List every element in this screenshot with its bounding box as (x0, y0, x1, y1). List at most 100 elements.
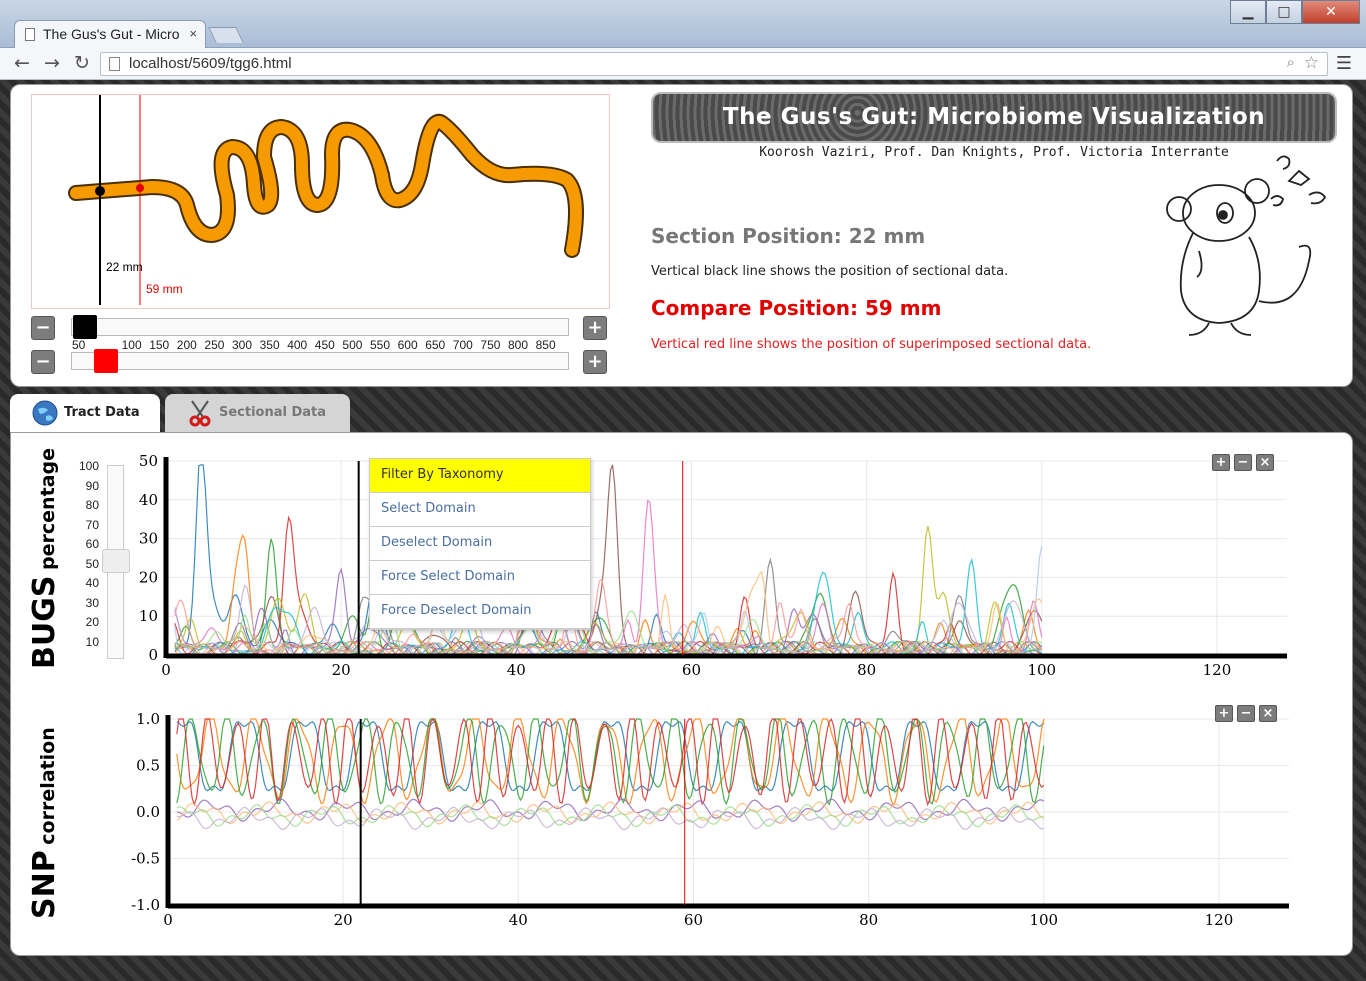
slider-tick-label: 450 (314, 338, 335, 352)
new-tab-button[interactable] (208, 27, 244, 43)
y-tick-label: 50 (139, 453, 158, 470)
tab-tract-data[interactable]: Tract Data (10, 394, 160, 432)
x-tick-label: 0 (163, 911, 173, 929)
section-slider-thumb[interactable] (73, 315, 97, 339)
slider-tick-label: 650 (425, 338, 446, 352)
bugs-axis-label: BUGS percentage (27, 448, 62, 669)
browser-navbar: ← → ↻ localhost/5609/tgg6.html ⌕ ☆ ☰ (0, 48, 1366, 80)
deselect-domain-item[interactable]: Deselect Domain (370, 527, 590, 561)
x-tick-label: 20 (334, 911, 353, 929)
snp-close-button[interactable]: × (1259, 705, 1277, 722)
compare-marker (136, 184, 144, 192)
section-description: Vertical black line shows the position o… (651, 264, 1009, 279)
x-tick-label: 80 (857, 661, 876, 679)
bugs-slider-tick: 50 (85, 556, 99, 571)
y-tick-label: 40 (139, 491, 158, 509)
forward-arrow-icon[interactable]: → (44, 52, 60, 74)
section-marker (95, 186, 105, 196)
browser-tab[interactable]: The Gus's Gut - Micro × (14, 20, 206, 48)
data-series-line (174, 464, 1043, 656)
compare-minus-button[interactable]: − (31, 350, 55, 374)
top-panel: 22 mm 59 mm − + 50 100 150 200 250 300 350 400 4… (10, 84, 1353, 387)
force-deselect-domain-item[interactable]: Force Deselect Domain (370, 595, 590, 629)
bugs-close-button[interactable]: × (1256, 454, 1274, 471)
force-select-domain-item[interactable]: Force Select Domain (370, 561, 590, 595)
slider-tick-label: 700 (452, 338, 473, 352)
x-tick-label: 100 (1027, 661, 1056, 679)
snp-zoom-in-button[interactable]: + (1215, 705, 1233, 722)
slider-tick-label: 800 (508, 338, 529, 352)
tab-tract-data-label: Tract Data (64, 405, 140, 420)
snp-chart-controls: + − × (1215, 705, 1277, 722)
y-tick-label: -0.5 (131, 850, 160, 868)
y-tick-label: 0.5 (136, 757, 160, 775)
slider-tick-label: 250 (204, 338, 225, 352)
bugs-slider-tick: 40 (85, 576, 99, 590)
slider-tick-label: 50 (72, 338, 86, 352)
y-tick-label: 30 (139, 530, 158, 548)
section-minus-button[interactable]: − (31, 316, 55, 340)
slider-tick-label: 400 (287, 338, 308, 352)
snp-zoom-out-button[interactable]: − (1237, 705, 1255, 722)
bugs-zoom-out-button[interactable]: − (1234, 454, 1252, 471)
globe-icon (32, 400, 58, 426)
window-close-button[interactable]: ✕ (1302, 0, 1360, 24)
scissors-icon (189, 400, 211, 427)
section-slider[interactable] (71, 315, 569, 339)
section-label: 22 mm (106, 260, 143, 274)
select-domain-item[interactable]: Select Domain (370, 493, 590, 527)
bugs-label-main: BUGS (27, 575, 62, 669)
bugs-slider-tick: 80 (85, 498, 99, 512)
x-tick-label: 40 (509, 911, 528, 929)
zoom-icon[interactable]: ⌕ (1287, 54, 1295, 71)
data-series-line (176, 718, 1045, 806)
filter-menu: Filter By Taxonomy Select Domain Deselec… (369, 458, 591, 630)
x-tick-label: 40 (507, 661, 526, 679)
y-tick-label: -1.0 (131, 896, 160, 914)
tab-sectional-data[interactable]: Sectional Data (165, 394, 350, 432)
reload-icon[interactable]: ↻ (74, 52, 90, 74)
menu-icon[interactable]: ☰ (1336, 53, 1352, 74)
compare-label: 59 mm (146, 282, 183, 296)
bugs-chart-controls: + − × (1212, 454, 1274, 471)
y-tick-label: 0 (148, 646, 158, 664)
filter-by-taxonomy-item[interactable]: Filter By Taxonomy (370, 459, 590, 493)
minimize-button[interactable]: ▁ (1230, 0, 1266, 24)
data-series-line (174, 557, 1042, 656)
bugs-zoom-in-button[interactable]: + (1212, 454, 1230, 471)
slider-tick-label: 750 (480, 338, 501, 352)
back-arrow-icon[interactable]: ← (14, 52, 30, 74)
app-title: The Gus's Gut: Microbiome Visualization (651, 92, 1337, 143)
x-tick-label: 80 (859, 911, 878, 929)
snp-chart[interactable]: 0 20 40 60 80 100 120 -1.0 -0.5 0.0 0.5 1.0 (121, 705, 1293, 935)
y-tick-label: 0.0 (136, 803, 160, 821)
bugs-slider-ticks: 100 90 80 70 60 50 40 30 20 10 (69, 459, 99, 654)
compare-plus-button[interactable]: + (583, 350, 607, 374)
y-tick-label: 10 (139, 607, 158, 625)
data-series-line (174, 533, 1043, 656)
bookmark-star-icon[interactable]: ☆ (1304, 53, 1319, 73)
x-tick-label: 20 (332, 661, 351, 679)
browser-titlebar: The Gus's Gut - Micro × ▁ □ ✕ (0, 0, 1366, 48)
section-plus-button[interactable]: + (583, 316, 607, 340)
slider-tick-label: 600 (397, 338, 418, 352)
compare-slider-thumb[interactable] (94, 349, 118, 373)
tract-diagram: 22 mm 59 mm (68, 95, 584, 305)
bugs-slider-tick: 20 (85, 615, 99, 629)
x-tick-label: 120 (1203, 661, 1232, 679)
bugs-slider-tick: 90 (85, 478, 99, 493)
slider-tick-label: 850 (535, 338, 556, 352)
tab-close-icon[interactable]: × (189, 26, 197, 41)
slider-tick-label: 500 (342, 338, 363, 352)
bugs-slider-tick: 30 (85, 595, 99, 610)
maximize-button[interactable]: □ (1266, 0, 1302, 24)
tract-view[interactable]: 22 mm 59 mm (31, 94, 610, 309)
document-icon (25, 28, 35, 41)
slider-tick-label: 300 (232, 338, 253, 352)
y-tick-label: 1.0 (136, 710, 160, 728)
address-bar[interactable]: localhost/5609/tgg6.html ⌕ ☆ (100, 52, 1328, 76)
snp-label-main: SNP (27, 850, 62, 919)
bugs-chart[interactable]: 0 20 40 60 80 100 120 0 10 20 30 40 50 (121, 453, 1291, 689)
compare-slider[interactable] (71, 349, 569, 373)
bugs-slider-tick: 60 (85, 537, 99, 551)
